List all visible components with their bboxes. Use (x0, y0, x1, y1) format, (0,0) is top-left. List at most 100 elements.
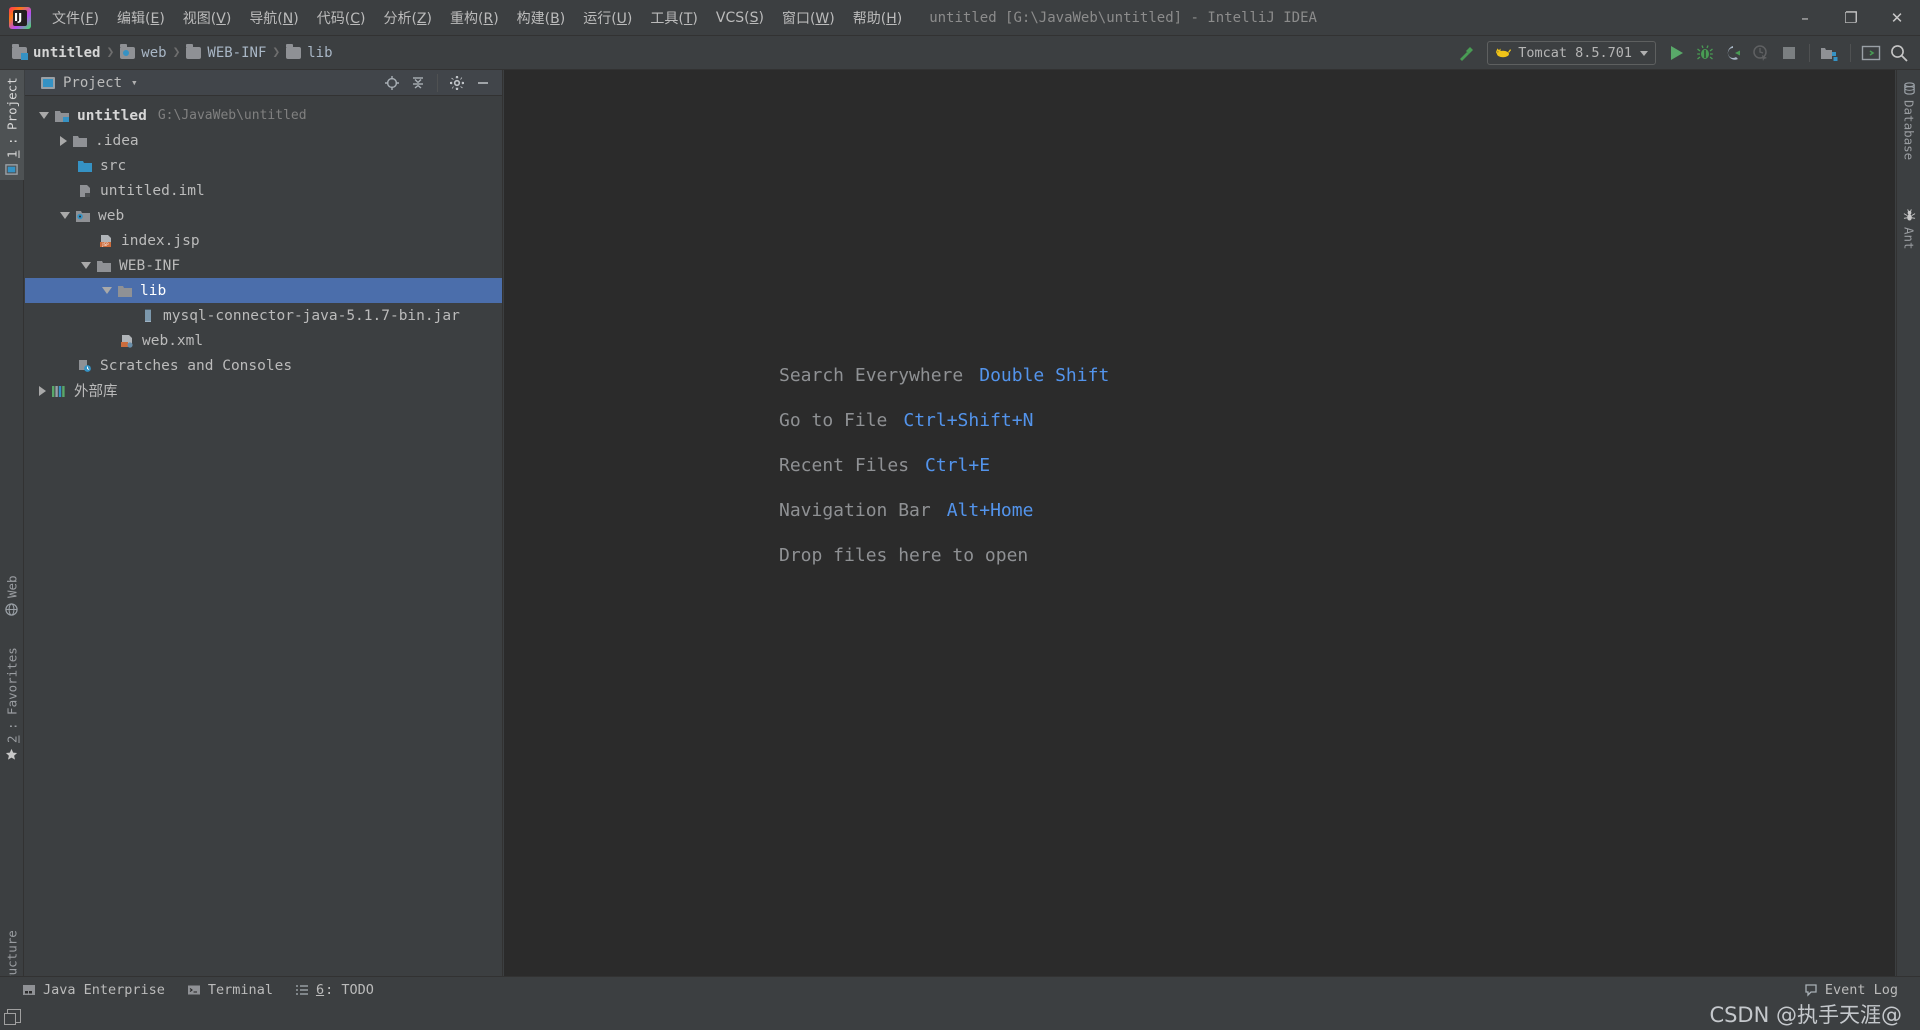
run-icon[interactable] (1664, 40, 1690, 66)
bottom-item-todo-label: : TODO (325, 981, 374, 998)
sidebar-item-ant[interactable]: Ant (1897, 205, 1920, 273)
sidebar-item-favorites-num: 2 (4, 735, 20, 743)
minimize-icon[interactable] (471, 71, 495, 95)
menu-item-refactor[interactable]: 重构(R) (441, 5, 508, 31)
debug-bug-icon[interactable] (1692, 40, 1718, 66)
database-icon (1903, 82, 1915, 95)
tree-node-mysql-connector-java-5-1-7-bin-jar[interactable]: mysql-connector-java-5.1.7-bin.jar (25, 303, 502, 328)
chevron-down-icon[interactable] (60, 212, 70, 219)
star-icon (6, 748, 18, 760)
search-icon[interactable] (1886, 40, 1912, 66)
editor-hint-shortcut: Alt+Home (946, 500, 1034, 521)
chevron-down-icon[interactable] (81, 262, 91, 269)
editor-hint-2: Recent Files Ctrl+E (779, 443, 1109, 488)
layout-toggle-icon[interactable] (4, 1009, 21, 1025)
bottom-item-java-enterprise[interactable]: Java Enterprise (22, 982, 165, 998)
menu-item-edit[interactable]: 编辑(E) (108, 5, 174, 31)
tree-node-web-xml[interactable]: web.xml (25, 328, 502, 353)
close-button[interactable]: ✕ (1874, 0, 1920, 36)
menu-item-build-label: 构建( (516, 10, 551, 27)
menu-item-tools[interactable]: 工具(T) (641, 5, 707, 31)
tree-node--idea[interactable]: .idea (25, 128, 502, 153)
collapse-all-icon[interactable] (406, 71, 430, 95)
run-with-coverage-icon[interactable] (1720, 40, 1746, 66)
run-configuration-selector[interactable]: Tomcat 8.5.701 (1487, 41, 1656, 65)
chevron-right-icon[interactable] (60, 135, 67, 146)
editor-area[interactable]: Search Everywhere Double Shift Go to File C… (504, 70, 1895, 976)
menu-item-navigate-mnemonic: N (282, 10, 294, 27)
menu-item-code[interactable]: 代码(C) (308, 5, 375, 31)
menu-item-code-mnemonic: C (350, 10, 360, 27)
sidebar-item-web[interactable]: Web (0, 550, 24, 620)
menu-item-view-suffix: ) (225, 10, 232, 27)
menu-item-run-suffix: ) (626, 10, 633, 27)
menu-item-file-mnemonic: F (85, 10, 94, 27)
menu-item-help-mnemonic: H (886, 10, 897, 27)
menu-item-run-label: 运行( (583, 10, 617, 27)
breadcrumb-item-web-inf[interactable]: WEB-INF (186, 43, 266, 61)
menu-item-view[interactable]: 视图(V) (174, 5, 241, 31)
folder-icon (118, 285, 132, 297)
globe-icon (5, 603, 19, 616)
project-panel-actions (380, 71, 495, 95)
tree-node-src[interactable]: src (25, 153, 502, 178)
tree-node-untitled-iml[interactable]: untitled.iml (25, 178, 502, 203)
breadcrumb-item-web[interactable]: web (120, 43, 167, 61)
menu-item-window[interactable]: 窗口(W) (773, 5, 844, 31)
hammer-icon[interactable] (1453, 40, 1479, 66)
folder-module-icon (12, 43, 28, 60)
project-structure-icon[interactable] (1817, 40, 1843, 66)
menu-item-file-suffix: ) (93, 10, 99, 27)
tree-node-scratches-and-consoles[interactable]: Scratches and Consoles (25, 353, 502, 378)
maximize-button[interactable]: ❐ (1828, 0, 1874, 36)
locate-target-icon[interactable] (380, 71, 404, 95)
breadcrumb-item-lib[interactable]: lib (286, 43, 333, 61)
editor-hint-action: Navigation Bar (779, 500, 931, 521)
menu-item-vcs[interactable]: VCS(S) (707, 7, 773, 29)
tree-node-label: .idea (95, 132, 139, 149)
navigation-toolbar: untitled ❯ web ❯ WEB-INF ❯ lib Tomcat 8.5.701 (0, 36, 1920, 70)
chevron-down-icon[interactable] (102, 287, 112, 294)
project-tree[interactable]: untitled G:\JavaWeb\untitled .idea src untit… (25, 97, 502, 976)
menu-item-run-mnemonic: U (616, 10, 627, 27)
toolbar-divider (1809, 44, 1810, 62)
menu-item-file[interactable]: 文件(F) (43, 5, 108, 31)
menu-item-analyze[interactable]: 分析(Z) (374, 5, 441, 31)
sidebar-item-database[interactable]: Database (1897, 78, 1920, 193)
chevron-down-icon[interactable]: ▾ (131, 76, 138, 89)
tree-node-lib[interactable]: lib (25, 278, 502, 303)
sidebar-item-project[interactable]: 1 : Project (0, 70, 24, 180)
menu-item-edit-mnemonic: E (150, 10, 160, 27)
gear-icon[interactable] (445, 71, 469, 95)
tree-node-web-inf[interactable]: WEB-INF (25, 253, 502, 278)
chevron-right-icon[interactable] (39, 385, 46, 396)
tree-node-untitled[interactable]: untitled G:\JavaWeb\untitled (25, 103, 502, 128)
menu-item-navigate[interactable]: 导航(N) (240, 5, 307, 31)
menu-item-run[interactable]: 运行(U) (574, 5, 641, 31)
scratches-icon (79, 359, 91, 372)
menu-item-build-suffix: ) (559, 10, 566, 27)
menu-item-build[interactable]: 构建(B) (508, 5, 575, 31)
event-log-icon (1805, 983, 1817, 997)
run-configuration-label: Tomcat 8.5.701 (1518, 45, 1632, 61)
breadcrumb-item-label: lib (307, 44, 333, 61)
left-tool-stripe: 1 : Project Web 2 : Favorites 7 (0, 70, 24, 1026)
tree-node-label: web (98, 207, 125, 224)
chevron-down-icon[interactable] (39, 112, 49, 119)
minimize-button[interactable]: – (1782, 0, 1828, 36)
terminal-icon[interactable] (1858, 40, 1884, 66)
panel-divider (437, 73, 438, 92)
chevron-down-icon (1640, 50, 1648, 56)
tree-node-index-jsp[interactable]: JSP index.jsp (25, 228, 502, 253)
jsp-file-icon: JSP (100, 234, 111, 247)
tree-node--[interactable]: 外部库 (25, 378, 502, 403)
event-log-button[interactable]: Event Log (1804, 982, 1898, 998)
bottom-item-terminal[interactable]: Terminal (187, 982, 273, 998)
sidebar-item-web-label: Web (4, 575, 20, 598)
menu-item-help[interactable]: 帮助(H) (844, 5, 911, 31)
bottom-item-todo[interactable]: 6 : TODO (295, 982, 374, 998)
sidebar-item-favorites[interactable]: 2 : Favorites (0, 630, 24, 765)
tree-node-web[interactable]: web (25, 203, 502, 228)
project-panel-title-group[interactable]: Project ▾ (41, 75, 138, 91)
breadcrumb-item-untitled[interactable]: untitled (12, 43, 100, 61)
